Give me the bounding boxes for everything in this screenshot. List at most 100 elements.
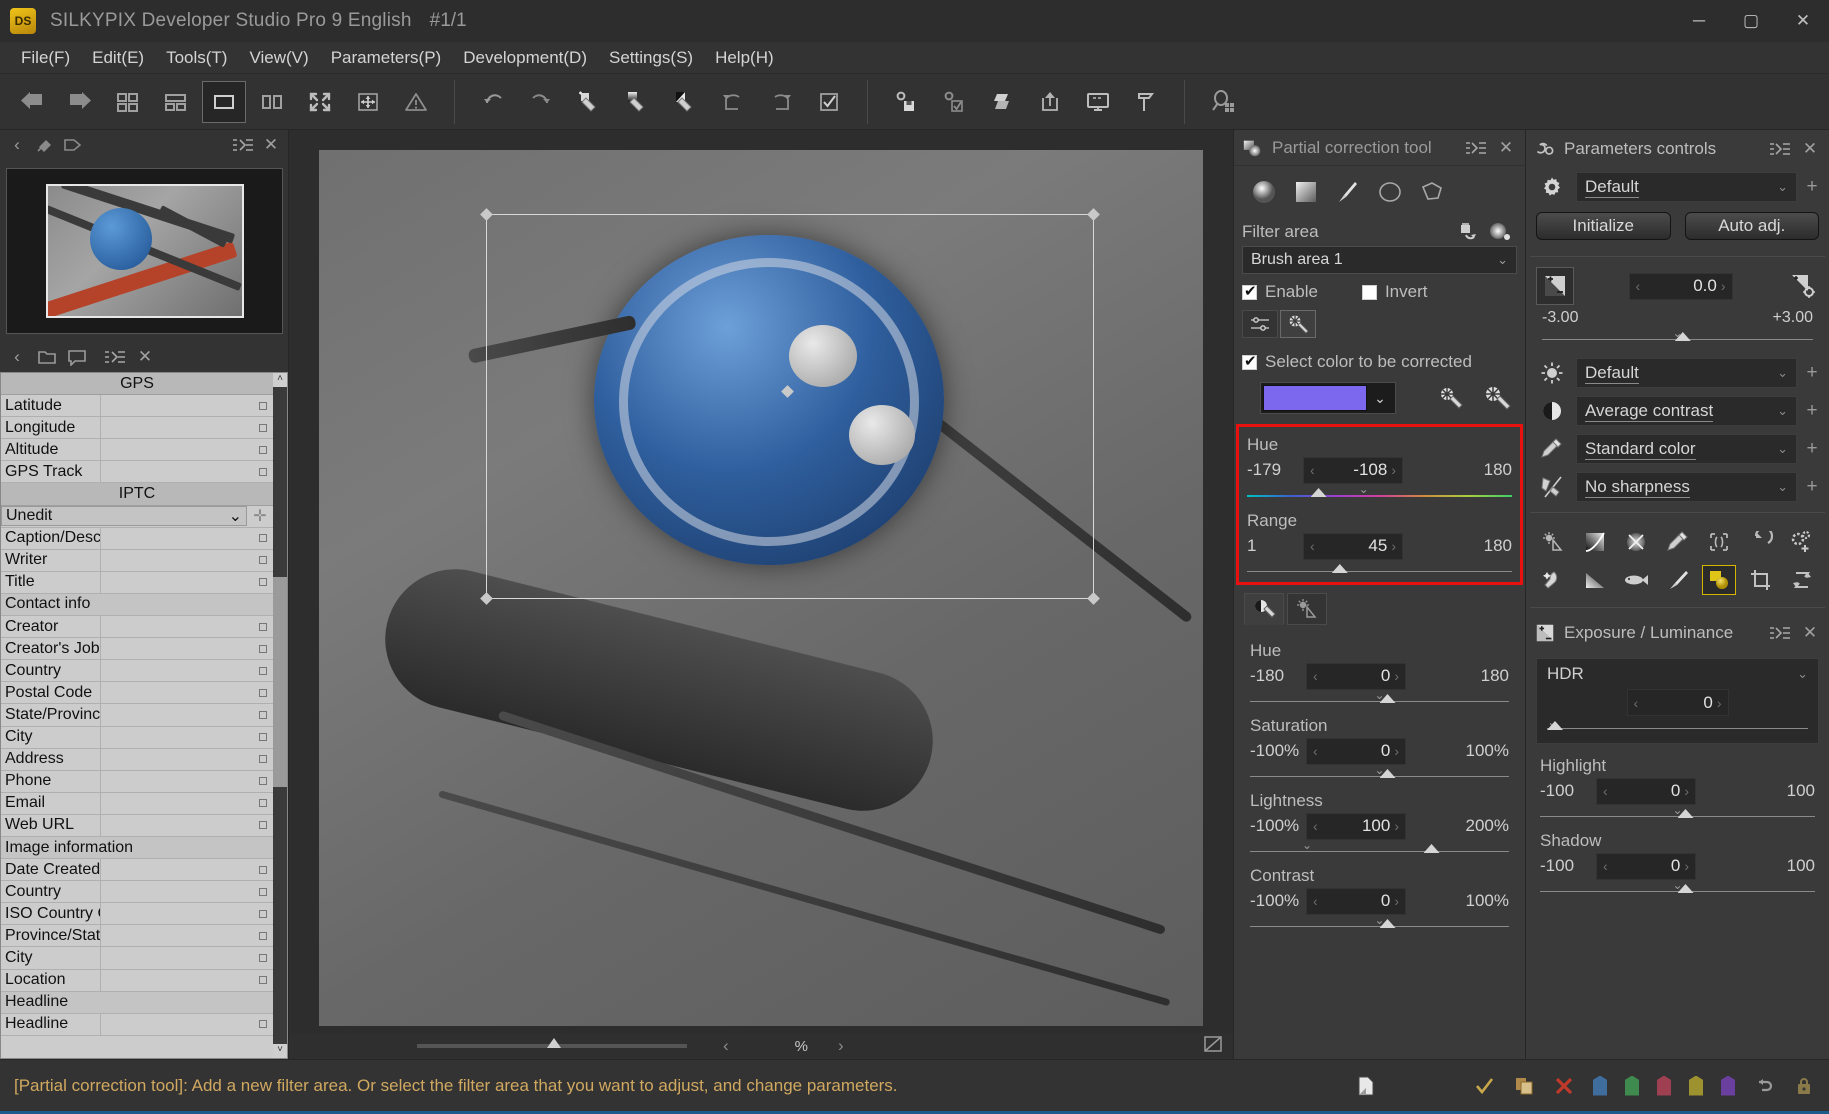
next-image-icon[interactable] (58, 81, 102, 123)
metadata-value[interactable] (101, 903, 273, 924)
metadata-value[interactable] (101, 638, 273, 659)
menu-tools[interactable]: Tools(T) (155, 44, 238, 72)
metadata-edit-icon[interactable] (259, 622, 267, 631)
exposure-track[interactable]: ⌄ (1542, 326, 1813, 341)
metadata-row[interactable]: Postal Code (1, 682, 273, 705)
linear-gradient-icon[interactable] (1292, 178, 1320, 206)
comment-icon[interactable] (66, 346, 88, 368)
stamp-icon[interactable] (1124, 81, 1168, 123)
white-balance-picker-icon[interactable] (567, 81, 611, 123)
thumbnail-list-icon[interactable] (154, 81, 198, 123)
save-settings-icon[interactable] (884, 81, 928, 123)
folder-icon[interactable] (36, 346, 58, 368)
color-picker-icon[interactable] (1435, 386, 1467, 410)
pin-icon[interactable] (34, 134, 56, 156)
zoom-left-arrow[interactable]: ‹ (723, 1036, 729, 1056)
black-balance-picker-icon[interactable] (663, 81, 707, 123)
metadata-value[interactable] (101, 815, 273, 836)
hue-select-spinner[interactable]: ‹ -108 › (1303, 456, 1403, 484)
menu-icon-2[interactable] (104, 346, 126, 368)
dodge-burn-icon[interactable] (1536, 565, 1570, 595)
color-combo[interactable]: Standard color ⌄ (1576, 434, 1797, 464)
metadata-edit-icon[interactable] (259, 556, 267, 565)
thumbnail-item[interactable] (6, 168, 283, 334)
batch-develop-icon[interactable] (980, 81, 1024, 123)
check-icon[interactable] (1473, 1075, 1495, 1097)
undo-status-icon[interactable] (1753, 1075, 1775, 1097)
menu-view[interactable]: View(V) (238, 44, 319, 72)
metadata-edit-icon[interactable] (259, 1020, 267, 1029)
rotate-left-icon[interactable] (711, 81, 755, 123)
menu-edit[interactable]: Edit(E) (81, 44, 155, 72)
redo-icon[interactable] (519, 81, 563, 123)
metadata-edit-icon[interactable] (259, 733, 267, 742)
metadata-edit-icon[interactable] (259, 953, 267, 962)
reset-filter-icon[interactable] (1453, 221, 1483, 243)
pc-contrast-track[interactable]: ⌄ (1250, 913, 1509, 928)
fullscreen-icon[interactable] (298, 81, 342, 123)
metadata-value[interactable] (101, 1014, 273, 1035)
partial-correction-icon[interactable] (1702, 565, 1736, 595)
menu-icon-4[interactable] (1769, 138, 1791, 160)
metadata-row[interactable]: Email (1, 792, 273, 815)
minimize-button[interactable]: ─ (1673, 0, 1725, 42)
metadata-edit-icon[interactable] (259, 976, 267, 985)
exposure-settings-icon[interactable] (1787, 271, 1819, 301)
thumbnail-grid-icon[interactable] (106, 81, 150, 123)
add-taste-icon[interactable]: + (1805, 176, 1819, 198)
scroll-up-arrow[interactable]: ˄ (273, 373, 287, 387)
color-icon[interactable] (1536, 434, 1568, 464)
metadata-edit-icon[interactable] (259, 821, 267, 830)
tag-yellow-icon[interactable] (1689, 1075, 1703, 1096)
metadata-combo-row[interactable]: Unedit ⌄ ✛ (1, 506, 273, 528)
collapse-left-icon[interactable]: ‹ (6, 134, 28, 156)
pc-lightness-track[interactable]: ⌄ (1250, 838, 1509, 853)
image-canvas[interactable] (289, 130, 1233, 1033)
close-icon-5[interactable]: ✕ (1799, 622, 1821, 644)
warning-icon[interactable] (394, 81, 438, 123)
metadata-row[interactable]: Location (1, 969, 273, 992)
metadata-value[interactable] (101, 704, 273, 725)
search-thumbnail-icon[interactable] (1201, 81, 1245, 123)
metadata-scrollbar[interactable]: ˄ ˅ (273, 373, 287, 1058)
slider-mode-icon[interactable] (1242, 310, 1278, 338)
sharpness-combo[interactable]: No sharpness ⌄ (1576, 472, 1797, 502)
metadata-row[interactable]: Date Created (1, 859, 273, 882)
add-brightness-icon[interactable]: + (1805, 362, 1819, 384)
metadata-value[interactable] (101, 616, 273, 637)
pc-lightness-spinner[interactable]: ‹ 100 › (1306, 812, 1406, 840)
scrollbar-thumb[interactable] (273, 577, 287, 787)
gradient-filter-icon[interactable] (1578, 565, 1612, 595)
metadata-edit-icon[interactable] (259, 688, 267, 697)
metadata-edit-icon[interactable] (259, 909, 267, 918)
initialize-button[interactable]: Initialize (1536, 212, 1671, 240)
range-track[interactable] (1247, 564, 1512, 573)
metadata-value[interactable] (101, 925, 273, 946)
color-tool-icon[interactable] (1661, 527, 1695, 557)
range-knob[interactable] (1331, 564, 1348, 573)
circular-gradient-icon[interactable] (1250, 178, 1278, 206)
tone-curve-tool-icon[interactable] (1536, 527, 1570, 557)
metadata-value[interactable] (101, 771, 273, 792)
invert-checkbox[interactable] (1361, 284, 1377, 300)
preview-photo[interactable] (319, 150, 1203, 1026)
crop-icon[interactable] (1744, 565, 1778, 595)
metadata-row[interactable]: Creator's Jobti (1, 638, 273, 661)
metadata-row[interactable]: Province/State (1, 925, 273, 948)
settings-plus-icon[interactable] (1785, 527, 1819, 557)
single-view-icon[interactable] (202, 80, 246, 123)
exposure-bias-spinner[interactable]: ‹ 0.0 › (1628, 272, 1733, 300)
display-icon[interactable] (1076, 81, 1120, 123)
spin-right-icon[interactable]: › (1394, 668, 1399, 684)
pc-saturation-spinner[interactable]: ‹ 0 › (1306, 737, 1406, 765)
exposure-adjust-tab-icon[interactable] (1287, 593, 1327, 625)
mask-preview-icon[interactable] (1483, 221, 1517, 243)
menu-icon[interactable] (232, 134, 254, 156)
hdr-combo[interactable]: HDR ⌄ (1537, 659, 1818, 689)
menu-parameters[interactable]: Parameters(P) (320, 44, 453, 72)
maximize-button[interactable]: ▢ (1725, 0, 1777, 42)
ellipse-icon[interactable] (1376, 178, 1404, 206)
tag-green-icon[interactable] (1625, 1075, 1639, 1096)
metadata-row[interactable]: Headline (1, 1013, 273, 1036)
compare-view-icon[interactable] (250, 81, 294, 123)
